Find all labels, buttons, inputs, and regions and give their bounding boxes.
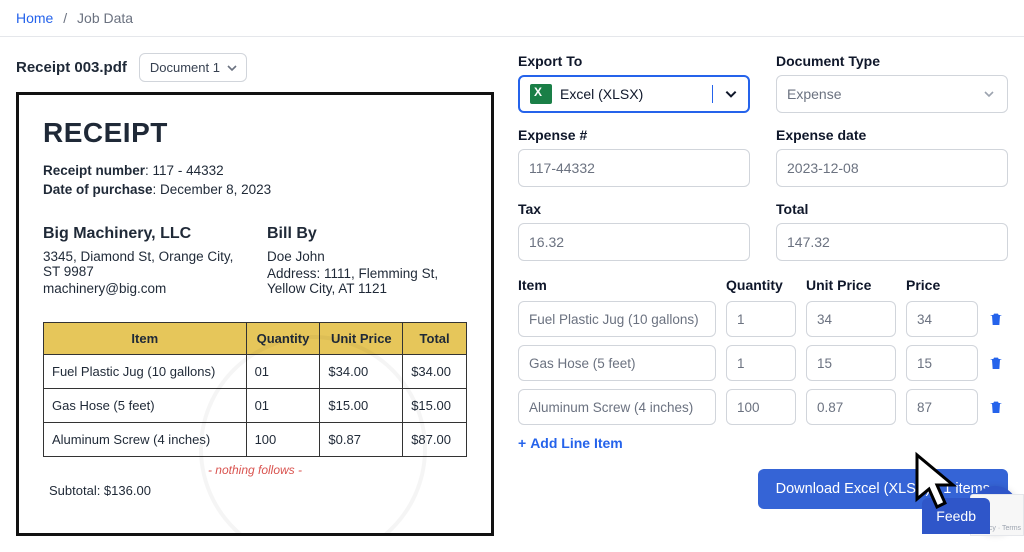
doc-type-value: Expense bbox=[787, 86, 963, 102]
receipt-table: Item Quantity Unit Price Total Fuel Plas… bbox=[43, 322, 467, 457]
tax-input[interactable] bbox=[518, 223, 750, 261]
breadcrumb-home[interactable]: Home bbox=[16, 10, 53, 26]
chevron-down-icon bbox=[226, 62, 238, 74]
total-input[interactable] bbox=[776, 223, 1008, 261]
export-to-value: Excel (XLSX) bbox=[560, 86, 704, 102]
trash-icon[interactable] bbox=[988, 311, 1008, 327]
doc-page-select[interactable]: Document 1 bbox=[139, 53, 247, 82]
excel-icon bbox=[530, 84, 552, 104]
tax-label: Tax bbox=[518, 201, 750, 217]
doc-type-select[interactable]: Expense bbox=[776, 75, 1008, 113]
plus-icon: + bbox=[518, 435, 526, 451]
expense-no-input[interactable] bbox=[518, 149, 750, 187]
subtotal: Subtotal: $136.00 bbox=[43, 483, 467, 498]
line-item-row bbox=[518, 345, 1008, 381]
item-name-input[interactable] bbox=[518, 345, 716, 381]
item-unit-input[interactable] bbox=[806, 389, 896, 425]
doc-page-select-label: Document 1 bbox=[150, 60, 220, 75]
item-price-input[interactable] bbox=[906, 389, 978, 425]
line-item-row bbox=[518, 389, 1008, 425]
expense-no-label: Expense # bbox=[518, 127, 750, 143]
line-item-row bbox=[518, 301, 1008, 337]
item-unit-input[interactable] bbox=[806, 301, 896, 337]
cursor-icon bbox=[909, 451, 969, 522]
chevron-down-icon bbox=[712, 85, 748, 103]
item-price-input[interactable] bbox=[906, 345, 978, 381]
export-to-label: Export To bbox=[518, 53, 750, 69]
receipt-heading: RECEIPT bbox=[43, 117, 467, 149]
item-name-input[interactable] bbox=[518, 301, 716, 337]
item-qty-input[interactable] bbox=[726, 389, 796, 425]
table-row: Gas Hose (5 feet)01$15.00$15.00 bbox=[44, 389, 467, 423]
expense-date-input[interactable] bbox=[776, 149, 1008, 187]
seller-block: Big Machinery, LLC 3345, Diamond St, Ora… bbox=[43, 225, 243, 298]
receipt-date-line: Date of purchase: December 8, 2023 bbox=[43, 182, 467, 197]
receipt-number-line: Receipt number: 117 - 44332 bbox=[43, 163, 467, 178]
item-name-input[interactable] bbox=[518, 389, 716, 425]
table-row: Aluminum Screw (4 inches)100$0.87$87.00 bbox=[44, 423, 467, 457]
breadcrumb-current: Job Data bbox=[77, 10, 133, 26]
item-price-input[interactable] bbox=[906, 301, 978, 337]
trash-icon[interactable] bbox=[988, 355, 1008, 371]
chevron-down-icon bbox=[971, 84, 1007, 104]
add-line-item-button[interactable]: +Add Line Item bbox=[518, 435, 1008, 451]
doc-type-label: Document Type bbox=[776, 53, 1008, 69]
export-to-select[interactable]: Excel (XLSX) bbox=[518, 75, 750, 113]
bill-by-block: Bill By Doe John Address: 1111, Flemming… bbox=[267, 225, 467, 298]
expense-date-label: Expense date bbox=[776, 127, 1008, 143]
trash-icon[interactable] bbox=[988, 399, 1008, 415]
item-qty-input[interactable] bbox=[726, 301, 796, 337]
nothing-follows: - nothing follows - bbox=[43, 463, 467, 477]
items-header: Item Quantity Unit Price Price bbox=[518, 277, 1008, 293]
total-label: Total bbox=[776, 201, 1008, 217]
item-qty-input[interactable] bbox=[726, 345, 796, 381]
item-unit-input[interactable] bbox=[806, 345, 896, 381]
breadcrumb: Home / Job Data bbox=[0, 0, 1024, 37]
receipt-preview: RECEIPT Receipt number: 117 - 44332 Date… bbox=[16, 92, 494, 536]
doc-filename: Receipt 003.pdf bbox=[16, 59, 127, 76]
table-row: Fuel Plastic Jug (10 gallons)01$34.00$34… bbox=[44, 355, 467, 389]
breadcrumb-sep: / bbox=[63, 10, 67, 26]
